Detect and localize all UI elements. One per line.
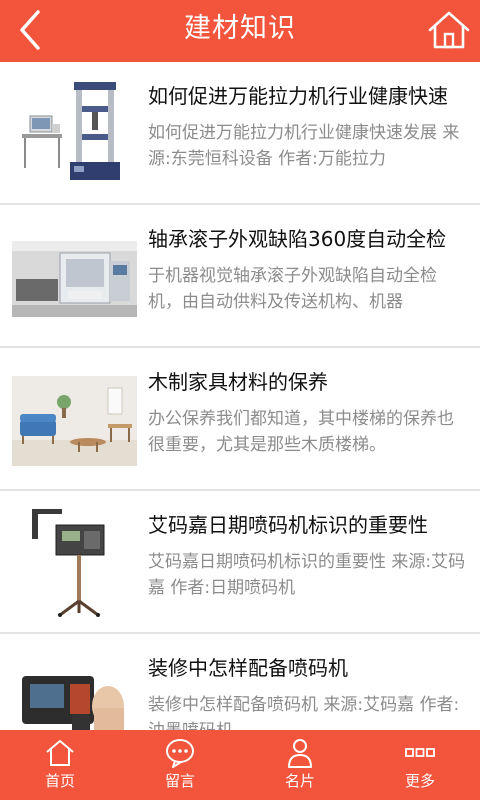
list-item[interactable]: 木制家具材料的保养 办公保养我们都知道，其中楼梯的保养也很重要，尤其是那些木质楼… bbox=[0, 348, 480, 491]
article-thumbnail bbox=[12, 362, 137, 474]
list-item[interactable]: 轴承滚子外观缺陷360度自动全检 于机器视觉轴承滚子外观缺陷自动全检机，由自动供… bbox=[0, 205, 480, 348]
article-summary: 艾码嘉日期喷码机标识的重要性 来源:艾码嘉 作者:日期喷码机 bbox=[148, 552, 466, 598]
home-button[interactable] bbox=[426, 8, 472, 52]
page-title: 建材知识 bbox=[184, 13, 296, 44]
tab-label: 留言 bbox=[164, 772, 195, 790]
home-icon bbox=[46, 740, 74, 766]
article-thumbnail bbox=[12, 648, 137, 730]
tab-label: 名片 bbox=[284, 772, 315, 790]
more-icon bbox=[405, 748, 435, 757]
list-item[interactable]: 装修中怎样配备喷码机 装修中怎样配备喷码机 来源:艾码嘉 作者:油墨喷码机 bbox=[0, 634, 480, 730]
tab-label: 更多 bbox=[404, 772, 435, 790]
tab-more[interactable]: 更多 bbox=[360, 730, 480, 800]
message-icon bbox=[166, 739, 194, 768]
article-title: 艾码嘉日期喷码机标识的重要性 bbox=[148, 513, 428, 537]
article-summary: 于机器视觉轴承滚子外观缺陷自动全检机，由自动供料及传送机构、机器 bbox=[148, 266, 437, 312]
article-summary: 如何促进万能拉力机行业健康快速发展 来源:东莞恒科设备 作者:万能拉力 bbox=[148, 123, 460, 169]
tab-home[interactable]: 首页 bbox=[0, 730, 120, 800]
article-thumbnail bbox=[12, 505, 137, 617]
article-title: 轴承滚子外观缺陷360度自动全检 bbox=[148, 227, 447, 251]
article-list: 如何促进万能拉力机行业健康快速 如何促进万能拉力机行业健康快速发展 来源:东莞恒… bbox=[0, 62, 480, 730]
bottom-tab-bar: 首页 留言 名片 更多 bbox=[0, 730, 480, 800]
app-header: 建材知识 bbox=[0, 0, 480, 62]
article-title: 装修中怎样配备喷码机 bbox=[148, 656, 348, 680]
person-icon bbox=[288, 739, 312, 768]
article-thumbnail bbox=[12, 219, 137, 331]
article-title: 木制家具材料的保养 bbox=[148, 370, 328, 394]
article-summary: 装修中怎样配备喷码机 来源:艾码嘉 作者:油墨喷码机 bbox=[148, 695, 460, 730]
home-icon bbox=[428, 11, 470, 49]
tab-card[interactable]: 名片 bbox=[240, 730, 360, 800]
article-title: 如何促进万能拉力机行业健康快速 bbox=[148, 84, 448, 108]
article-thumbnail bbox=[12, 76, 137, 188]
list-item[interactable]: 如何促进万能拉力机行业健康快速 如何促进万能拉力机行业健康快速发展 来源:东莞恒… bbox=[0, 62, 480, 205]
tab-message[interactable]: 留言 bbox=[120, 730, 240, 800]
article-summary: 办公保养我们都知道，其中楼梯的保养也很重要，尤其是那些木质楼梯。 bbox=[148, 409, 454, 455]
list-item[interactable]: 艾码嘉日期喷码机标识的重要性 艾码嘉日期喷码机标识的重要性 来源:艾码嘉 作者:… bbox=[0, 491, 480, 634]
tab-label: 首页 bbox=[44, 772, 75, 790]
